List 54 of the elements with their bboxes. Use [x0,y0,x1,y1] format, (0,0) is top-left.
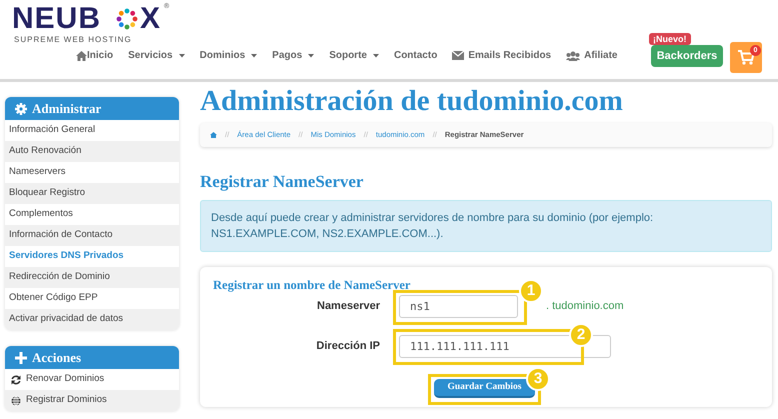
sidebar-item[interactable]: Complementos [5,204,179,225]
step-number-badge: 3 [526,366,550,390]
nav-link[interactable]: Soporte [329,48,379,63]
sidebar-item[interactable]: Activar privacidad de datos [5,309,179,330]
nav-link[interactable]: Inicio [76,48,114,63]
section-title: Registrar NameServer [200,171,364,193]
domain-suffix: . tudominio.com [546,298,624,314]
plus-icon [15,352,27,364]
gear-icon [15,102,27,114]
step-number-badge: 2 [569,322,593,346]
sidebar-item[interactable]: Información General [5,120,179,141]
nav-link[interactable]: Contacto [394,48,438,63]
nav-link[interactable]: Dominios [200,48,258,63]
caret-icon [308,54,314,58]
panel-title: Acciones [32,348,82,367]
caret-icon [178,54,185,58]
users-icon [566,50,580,60]
field-label: Nameserver [316,298,381,314]
sidebar-item[interactable]: Obtener Código EPP [5,288,179,309]
page-title: Administración de tudominio.com [200,85,624,117]
input-field[interactable]: ns1 [399,294,518,318]
nav-link[interactable]: Pagos [272,48,314,63]
cart-button[interactable] [730,42,762,73]
sidebar-item[interactable]: Nameservers [5,162,179,183]
mail-icon [452,51,464,60]
sidebar-item[interactable]: Bloquear Registro [5,183,179,204]
info-message: Desde aquí puede crear y administrar servidores de nombre para su dominio (por ejemplo: NS1.EXAMPLE.COM, NS2.EXAMPLE.COM...). [200,200,772,252]
nav-link[interactable]: Afiliate [566,48,618,63]
panel-title: Administrar [32,100,102,118]
logo-text: NEUB [12,4,102,34]
save-button[interactable]: Guardar Cambios [434,378,535,398]
caret-icon [251,54,258,58]
home-icon [210,132,217,138]
new-badge: ¡Nuevo! [649,33,690,45]
sidebar-item[interactable]: Servidores DNS Privados [5,246,179,267]
dots-ring-icon [116,8,138,30]
nav-link[interactable]: Emails Recibidos [452,48,552,63]
step-number-badge: 1 [519,278,543,302]
form-title: Registrar un nombre de NameServer [213,276,410,294]
sidebar-item[interactable]: Auto Renovación [5,141,179,162]
home-link[interactable] [210,132,217,138]
sidebar-item[interactable]: Renovar Dominios [5,369,179,390]
home-icon [76,50,87,60]
logo-text: X [140,4,160,34]
logo-tagline: SUPREME WEB HOSTING [14,36,132,44]
sidebar-item[interactable]: Registrar Dominios [5,390,179,411]
sidebar-item[interactable]: Información de Contacto [5,225,179,246]
field-label: Dirección IP [315,338,381,354]
nav-link[interactable]: Servicios [128,48,185,63]
cart-icon [738,50,754,65]
refresh-icon [11,374,21,384]
sidebar-item[interactable]: Redirección de Dominio [5,267,179,288]
caret-icon [372,54,379,58]
globe-icon [11,396,21,406]
